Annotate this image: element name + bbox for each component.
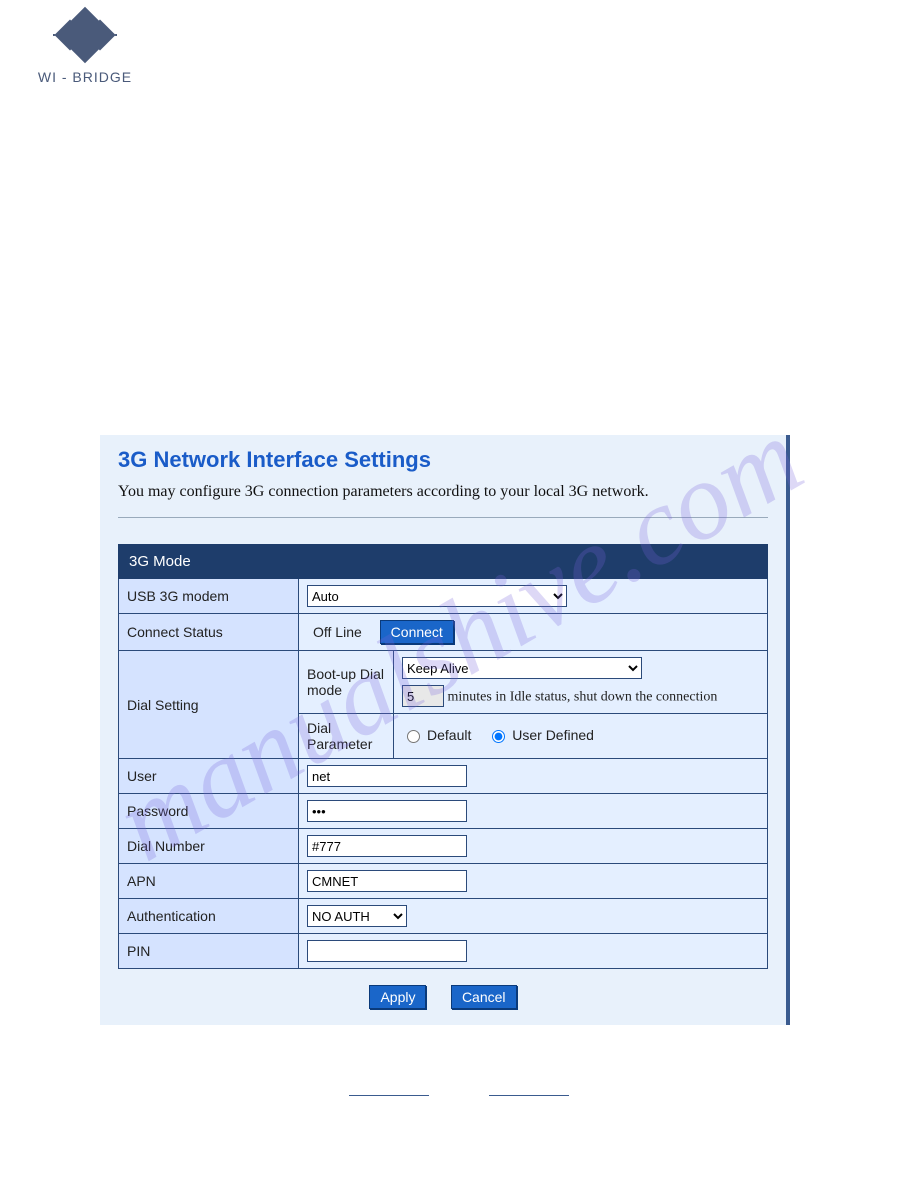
dial-number-input[interactable]	[307, 835, 467, 857]
logo-icon	[20, 5, 150, 65]
label-auth: Authentication	[119, 899, 299, 934]
action-row: Apply Cancel	[118, 969, 768, 1009]
apply-button[interactable]: Apply	[369, 985, 426, 1009]
logo: WI - BRIDGE	[20, 5, 150, 85]
idle-suffix-text: minutes in Idle status, shut down the co…	[448, 690, 718, 705]
auth-select[interactable]: NO AUTH	[307, 905, 407, 927]
label-user: User	[119, 759, 299, 794]
label-pin: PIN	[119, 934, 299, 969]
footer-lines	[0, 1095, 918, 1096]
label-dial-number: Dial Number	[119, 829, 299, 864]
label-dial-parameter: Dial Parameter	[299, 714, 394, 759]
dial-param-user-label: User Defined	[512, 727, 594, 743]
dial-param-default-radio[interactable]	[407, 730, 420, 743]
label-connect-status: Connect Status	[119, 614, 299, 651]
dial-param-user-radio[interactable]	[492, 730, 505, 743]
bootup-mode-select[interactable]: Keep Alive	[402, 657, 642, 679]
label-usb-modem: USB 3G modem	[119, 579, 299, 614]
settings-panel: 3G Network Interface Settings You may co…	[100, 435, 790, 1025]
section-header: 3G Mode	[119, 545, 768, 579]
idle-minutes-input[interactable]	[402, 685, 444, 707]
label-apn: APN	[119, 864, 299, 899]
cancel-button[interactable]: Cancel	[451, 985, 517, 1009]
connect-button[interactable]: Connect	[380, 620, 454, 644]
dial-param-default-label: Default	[427, 727, 471, 743]
connect-status-text: Off Line	[313, 624, 362, 640]
label-bootup-dial-mode: Boot-up Dial mode	[299, 651, 394, 714]
logo-text: WI - BRIDGE	[20, 69, 150, 85]
label-password: Password	[119, 794, 299, 829]
panel-title: 3G Network Interface Settings	[118, 447, 768, 473]
apn-input[interactable]	[307, 870, 467, 892]
password-input[interactable]	[307, 800, 467, 822]
settings-table: 3G Mode USB 3G modem Auto Connect Status…	[118, 544, 768, 969]
user-input[interactable]	[307, 765, 467, 787]
usb-modem-select[interactable]: Auto	[307, 585, 567, 607]
pin-input[interactable]	[307, 940, 467, 962]
panel-description: You may configure 3G connection paramete…	[118, 483, 768, 501]
label-dial-setting: Dial Setting	[119, 651, 299, 759]
divider	[118, 517, 768, 518]
